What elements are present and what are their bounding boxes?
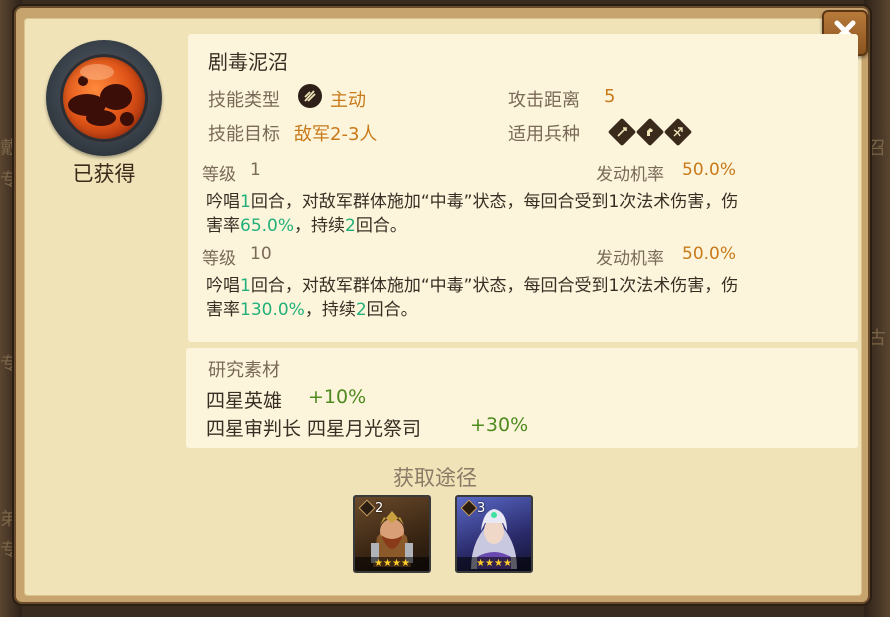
- skill-target-value: 敌军2-3人: [294, 124, 378, 145]
- obtained-label: 已获得: [72, 162, 136, 186]
- trigger-rate-value: 50.0%: [682, 160, 737, 180]
- background-text: 古: [868, 328, 886, 349]
- level-1-description: 吟唱1回合，对敌军群体施加“中毒”状态，每回合受到1次法术伤害，伤 害率65.0%…: [206, 192, 739, 236]
- hero-card-dwarf[interactable]: 2 ★★★★: [353, 495, 431, 573]
- skill-icon: [46, 40, 162, 156]
- acquire-title: 获取途径: [393, 466, 477, 490]
- research-materials-card: 研究素材 四星英雄 +10% 四星审判长 四星月光祭司 +30%: [186, 348, 858, 448]
- trigger-rate-label: 发动机率: [596, 249, 664, 269]
- hero-stars: ★★★★: [457, 557, 531, 571]
- infantry-icon: [607, 117, 637, 147]
- hero-level: 3: [477, 501, 486, 516]
- range-value: 5: [604, 86, 616, 107]
- background-text: 召: [868, 138, 886, 159]
- range-label: 攻击距离: [508, 90, 580, 111]
- hero-card-elf-priestess[interactable]: 3 ★★★★: [455, 495, 533, 573]
- poison-swamp-icon: [60, 54, 148, 142]
- archer-icon: [663, 117, 693, 147]
- skill-type-label: 技能类型: [208, 90, 280, 111]
- skill-target-label: 技能目标: [208, 124, 280, 145]
- hero-level: 2: [375, 501, 384, 516]
- level-10-description: 吟唱1回合，对敌军群体施加“中毒”状态，每回合受到1次法术伤害，伤 害率130.0…: [206, 276, 739, 320]
- research-title: 研究素材: [208, 360, 280, 381]
- research-material-name: 四星审判长 四星月光祭司: [206, 418, 422, 440]
- skill-name: 剧毒泥沼: [208, 50, 288, 74]
- skill-info-card: 剧毒泥沼 技能类型 主动 攻击距离 5 技能目标 敌军2-3人 适用兵种 等级 …: [188, 34, 858, 342]
- research-material-bonus: +10%: [308, 386, 367, 408]
- level-label: 等级: [202, 165, 236, 185]
- hero-stars: ★★★★: [355, 557, 429, 571]
- level-value: 1: [250, 160, 261, 180]
- level-label: 等级: [202, 249, 236, 269]
- research-material-name: 四星英雄: [206, 390, 283, 412]
- troop-type-label: 适用兵种: [508, 124, 580, 145]
- active-skill-icon: [298, 84, 322, 108]
- level-value: 10: [250, 244, 272, 264]
- cavalry-icon: [635, 117, 665, 147]
- trigger-rate-label: 发动机率: [596, 165, 664, 185]
- research-material-bonus: +30%: [470, 414, 529, 436]
- trigger-rate-value: 50.0%: [682, 244, 737, 264]
- skill-type-value: 主动: [330, 90, 366, 111]
